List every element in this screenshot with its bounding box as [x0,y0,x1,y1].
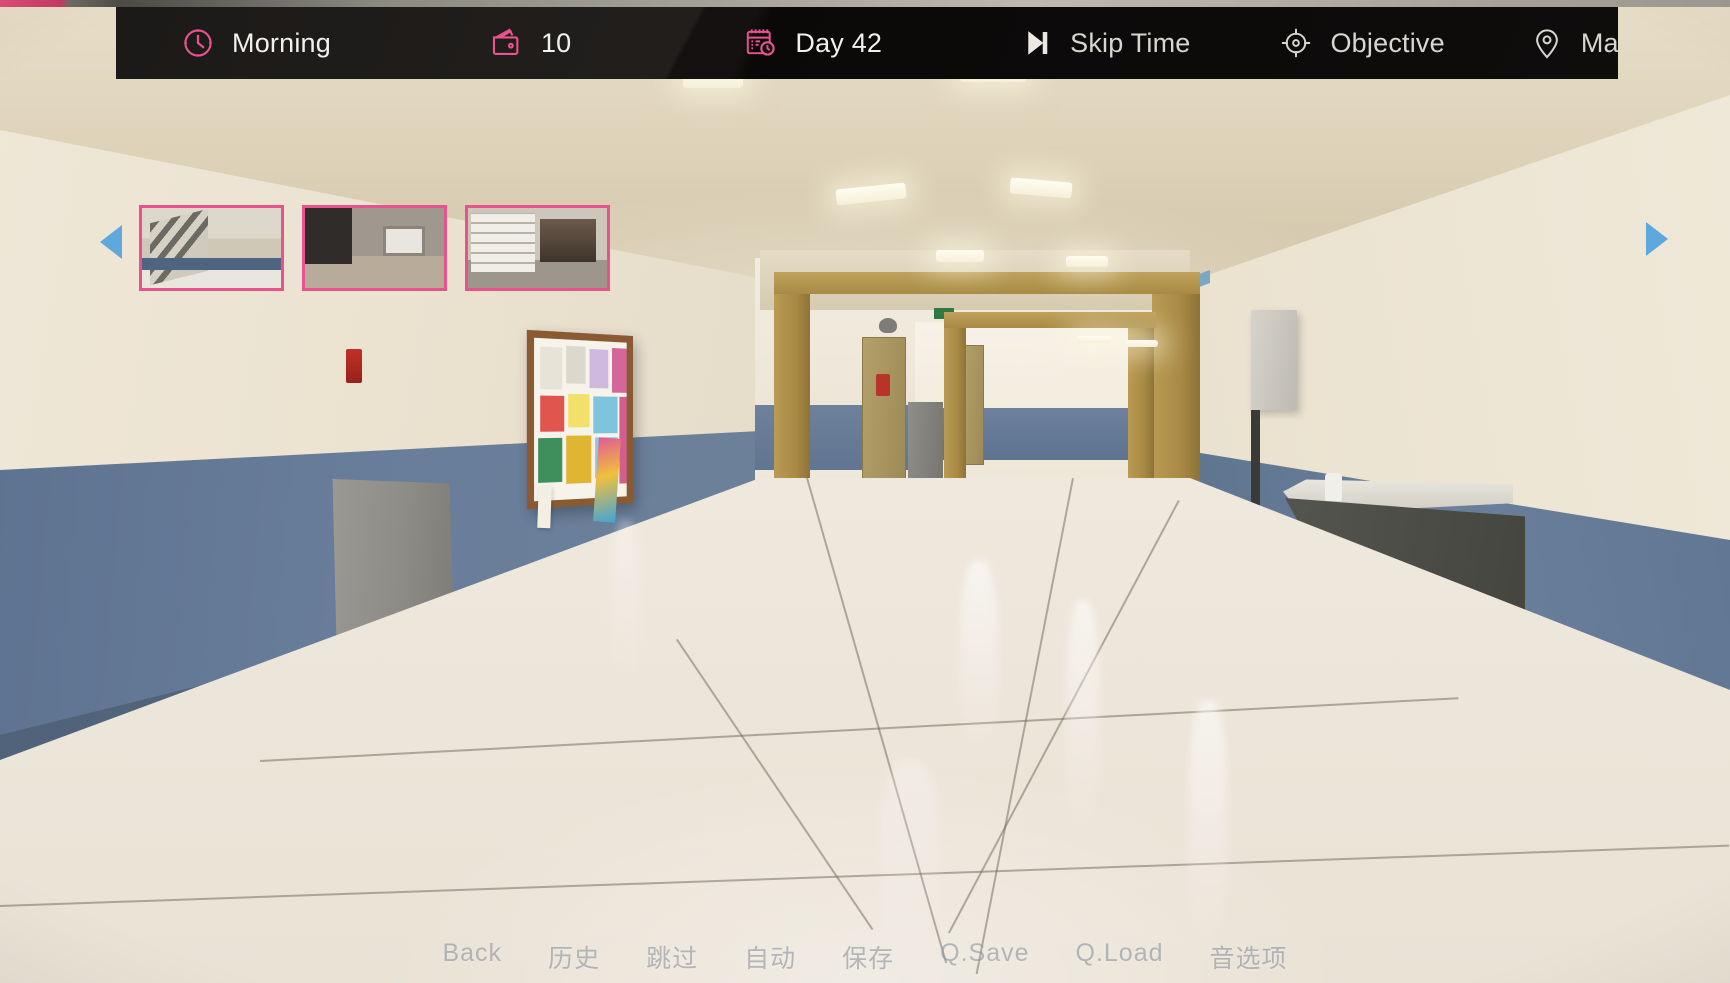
thumbnail-strip: school-lobby-stairs dining-room study-of… [139,205,610,291]
calendar-clock-icon [743,25,779,61]
ceiling-light-far-2 [1126,340,1158,347]
wall-mounted-panel [1251,310,1297,410]
thumbnail-school-lobby-stairs[interactable]: school-lobby-stairs [139,205,284,291]
floor-reflection-5 [880,760,940,960]
ceiling-light-6 [1066,256,1108,267]
menu-back[interactable]: Back [442,939,502,975]
top-status-bar: Morning 10 Day 42 Skip Time Objective Ma [116,7,1618,79]
menu-history[interactable]: 历史 [548,939,600,975]
far-security-camera [879,318,897,333]
gallery-prev-arrow[interactable] [100,225,122,259]
clock-icon [180,25,216,61]
game-screen: Morning 10 Day 42 Skip Time Objective Ma… [0,0,1730,983]
door-jamb-left-far [944,322,966,492]
door-lintel-near [774,272,1200,294]
location-thumbnail-gallery: school-lobby-stairs dining-room study-of… [0,100,1730,195]
crosshair-icon [1278,25,1314,61]
floor-reflection-2 [1066,600,1100,840]
far-door-1 [862,337,906,487]
floor-reflection-3 [1188,700,1228,950]
time-of-day-indicator[interactable]: Morning [180,25,331,61]
money-label: 10 [541,28,571,59]
money-indicator[interactable]: 10 [489,25,571,61]
map-label: Map [1581,28,1618,59]
window-title-strip [0,0,1730,7]
map-button[interactable]: Map [1529,25,1618,61]
wallet-icon [489,25,525,61]
menu-save[interactable]: 保存 [842,939,894,975]
door-lintel-far [944,312,1156,328]
flyer-strip [537,486,551,528]
floor-reflection-1 [960,560,998,760]
menu-auto[interactable]: 自动 [744,939,796,975]
time-of-day-label: Morning [232,28,331,59]
menu-options[interactable]: 音选项 [1210,939,1288,975]
far-locker [908,402,943,490]
day-label: Day 42 [795,28,882,59]
thumbnail-study-office[interactable]: study-office [465,205,610,291]
menu-skip[interactable]: 跳过 [646,939,698,975]
floor-reflection-4 [612,520,640,680]
skip-forward-icon [1020,26,1054,60]
map-pin-icon [1529,25,1565,61]
water-fountain-spout [1325,473,1342,501]
gallery-next-arrow[interactable] [1646,222,1668,256]
bottom-menu-bar: Back 历史 跳过 自动 保存 Q.Save Q.Load 音选项 [0,939,1730,975]
far-fire-alarm [876,374,890,396]
thumbnail-dining-room[interactable]: dining-room [302,205,447,291]
skip-time-button[interactable]: Skip Time [1020,26,1190,60]
skip-time-label: Skip Time [1070,28,1190,59]
menu-qsave[interactable]: Q.Save [940,939,1029,975]
menu-qload[interactable]: Q.Load [1076,939,1164,975]
objective-label: Objective [1330,28,1444,59]
day-indicator[interactable]: Day 42 [743,25,882,61]
fire-alarm [346,349,362,383]
ceiling-light-far-1 [1076,336,1112,343]
objective-button[interactable]: Objective [1278,25,1444,61]
ceiling-light-5 [936,250,984,262]
